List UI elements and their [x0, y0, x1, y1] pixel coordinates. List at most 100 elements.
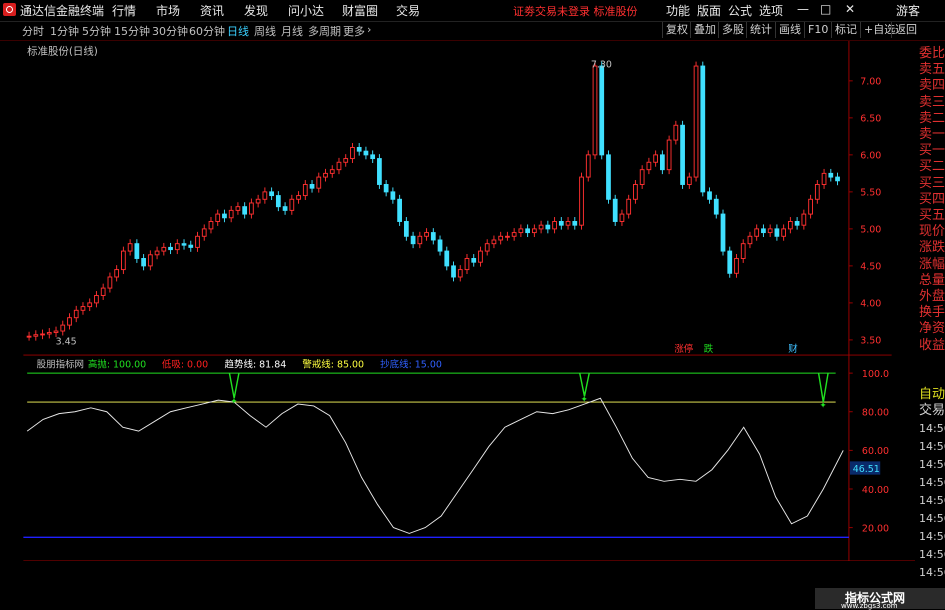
candle-body — [289, 198, 295, 211]
menu-xuanxiang[interactable]: 选项 — [759, 2, 783, 19]
candle-body — [686, 176, 692, 185]
marker-zhangting[interactable]: 涨停 — [674, 343, 693, 355]
indicator-item-3: 警戒线: 85.00 — [302, 358, 364, 370]
maximize-icon[interactable]: □ — [820, 2, 831, 16]
candle-body — [693, 65, 699, 178]
period-15min[interactable]: 15分钟 — [114, 23, 150, 39]
candle-body — [565, 221, 571, 226]
period-more[interactable]: 更多 — [343, 23, 365, 39]
period-60min[interactable]: 60分钟 — [189, 23, 225, 39]
candle-body — [673, 124, 679, 141]
watermark: 指标公式网 www.zbgs3.com — [815, 588, 945, 610]
candle-body — [430, 232, 436, 241]
tick-time-8: 14:56 — [919, 566, 945, 579]
candle-body — [107, 276, 113, 289]
indicator-item-2: 趋势线: 81.84 — [225, 358, 287, 370]
indicator-plot: ✦ ✦ ✦ — [26, 372, 844, 534]
menu-gongshi[interactable]: 公式 — [728, 2, 752, 19]
candle-body — [457, 269, 463, 278]
candle-body — [33, 334, 39, 337]
app-title: 通达信金融终端 — [20, 4, 105, 18]
indicator-item-4: 抄底线: 15.00 — [380, 358, 442, 370]
login-notice[interactable]: 证劵交易未登录 标准股份 — [513, 3, 638, 19]
candle-body — [761, 228, 766, 234]
btn-fanhui[interactable]: 返回 — [891, 22, 920, 38]
candle-body — [269, 191, 274, 197]
stock-label: 标准股份(日线) — [27, 44, 98, 57]
btn-duogu[interactable]: 多股 — [718, 22, 747, 38]
candle-body — [161, 246, 167, 252]
menu-gongneng[interactable]: 功能 — [666, 2, 690, 19]
menu-shichang[interactable]: 市场 — [156, 2, 180, 19]
candle-body — [801, 213, 807, 226]
indicator-tick: 80.00 — [862, 408, 889, 419]
candle-body — [619, 213, 625, 222]
candle-body — [478, 250, 483, 263]
chevron-right-icon[interactable]: › — [367, 23, 371, 36]
candle-body — [208, 221, 214, 230]
indicator-axis: 100.0 80.00 60.00 40.00 20.00 — [848, 369, 889, 534]
candle-body — [249, 202, 254, 215]
candle-body — [727, 250, 733, 274]
minimize-icon[interactable]: — — [797, 2, 809, 16]
btn-huaxian[interactable]: 画线 — [775, 22, 804, 38]
guest-label[interactable]: 游客 — [896, 2, 920, 19]
candle-body — [552, 221, 557, 230]
candle-body — [592, 65, 598, 156]
candle-body — [579, 176, 584, 226]
period-1min[interactable]: 1分钟 — [50, 23, 79, 39]
close-icon[interactable]: ✕ — [845, 2, 855, 16]
candle-body — [201, 228, 207, 237]
menu-zixun[interactable]: 资讯 — [200, 2, 224, 19]
candle-body — [612, 198, 618, 222]
tick-time-6: 14:56 — [919, 530, 945, 543]
candle-body — [181, 243, 187, 246]
price-tick: 6.50 — [860, 114, 881, 125]
menu-caifuquan[interactable]: 财富圈 — [342, 2, 378, 19]
tick-time-3: 14:56 — [919, 476, 945, 489]
candle-body — [403, 221, 409, 237]
candle-body — [94, 295, 99, 304]
period-5min[interactable]: 5分钟 — [82, 23, 111, 39]
menu-hangqing[interactable]: 行情 — [112, 2, 136, 19]
btn-f10[interactable]: F10 — [804, 22, 831, 38]
sell-signal-marker — [228, 372, 240, 399]
price-tick: 7.00 — [860, 77, 881, 88]
candle-body — [255, 198, 261, 204]
marker-cai[interactable]: 财 — [788, 343, 798, 355]
candlesticks — [26, 61, 840, 341]
btn-tongji[interactable]: 统计 — [746, 22, 775, 38]
period-weekly[interactable]: 周线 — [254, 23, 276, 39]
period-monthly[interactable]: 月线 — [281, 23, 303, 39]
period-multi[interactable]: 多周期 — [308, 23, 341, 39]
candle-body — [174, 243, 180, 251]
btn-biaoji[interactable]: 标记 — [831, 22, 860, 38]
chart-area[interactable]: 标准股份(日线) 7.00 6.50 6.00 5.50 5.00 4.50 4.00 3.5… — [0, 41, 915, 561]
marker-die[interactable]: 跌 — [704, 343, 714, 355]
period-daily[interactable]: 日线 — [227, 23, 249, 39]
candle-body — [100, 287, 106, 296]
candle-body — [302, 183, 308, 197]
menu-faxian[interactable]: 发现 — [244, 2, 268, 19]
candle-body — [606, 154, 611, 200]
menu-wenxiaoda[interactable]: 问小达 — [288, 2, 324, 19]
candle-body — [788, 221, 793, 230]
btn-fuquan[interactable]: 复权 — [662, 22, 691, 38]
candle-body — [154, 250, 160, 256]
sell-signal-marker — [579, 372, 590, 397]
btn-diejia[interactable]: 叠加 — [690, 22, 719, 38]
price-tick: 5.50 — [860, 188, 881, 199]
candle-body — [356, 146, 362, 152]
period-fenshi[interactable]: 分时 — [22, 23, 44, 39]
candle-body — [585, 154, 591, 178]
candle-body — [518, 228, 524, 234]
candle-body — [720, 213, 726, 252]
candle-body — [707, 191, 712, 200]
candle-body — [195, 235, 200, 248]
period-30min[interactable]: 30分钟 — [152, 23, 188, 39]
candle-body — [451, 265, 456, 278]
menu-jiaoyi[interactable]: 交易 — [396, 2, 420, 19]
menu-banmian[interactable]: 版面 — [697, 2, 721, 19]
auto-trade-label-1[interactable]: 交易 — [919, 401, 945, 420]
candle-body — [410, 235, 416, 245]
